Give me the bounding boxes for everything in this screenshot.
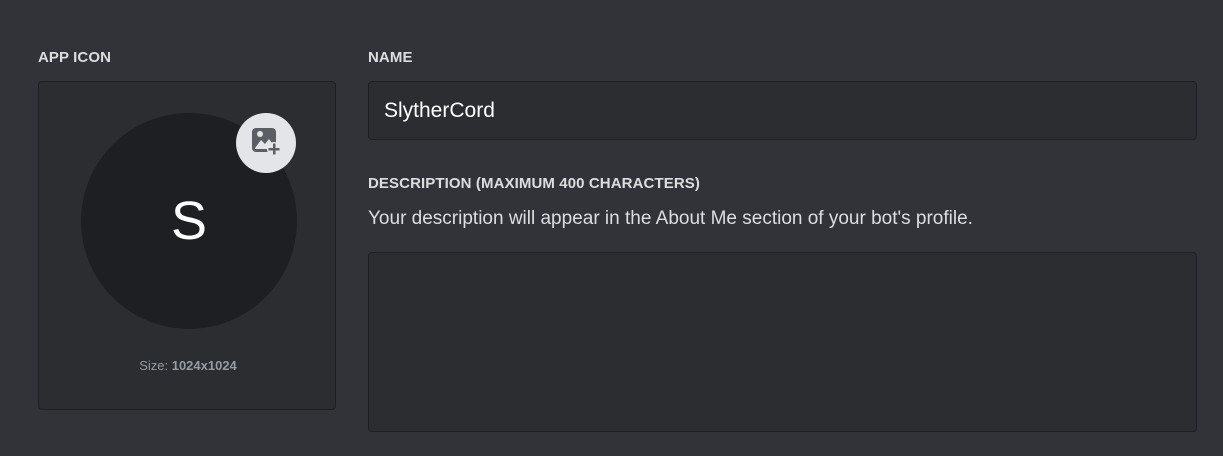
size-value: 1024x1024 <box>171 358 237 373</box>
app-icon-label: APP ICON <box>38 49 112 66</box>
app-icon-panel: S Size: 1024x1024 <box>38 81 336 410</box>
avatar-initial: S <box>170 191 208 251</box>
size-prefix: Size: <box>139 358 169 373</box>
general-information-section: APP ICON S Size: 1024x1024 NAME SlytherC… <box>0 0 1223 456</box>
upload-image-button[interactable] <box>236 113 296 173</box>
description-textarea[interactable] <box>368 252 1197 432</box>
image-plus-icon <box>250 125 282 162</box>
description-help-text: Your description will appear in the Abou… <box>368 208 973 229</box>
name-label: NAME <box>368 49 413 66</box>
name-input[interactable]: SlytherCord <box>368 81 1197 140</box>
description-label: DESCRIPTION (MAXIMUM 400 CHARACTERS) <box>368 175 700 192</box>
icon-size-text: Size: 1024x1024 <box>39 358 337 373</box>
